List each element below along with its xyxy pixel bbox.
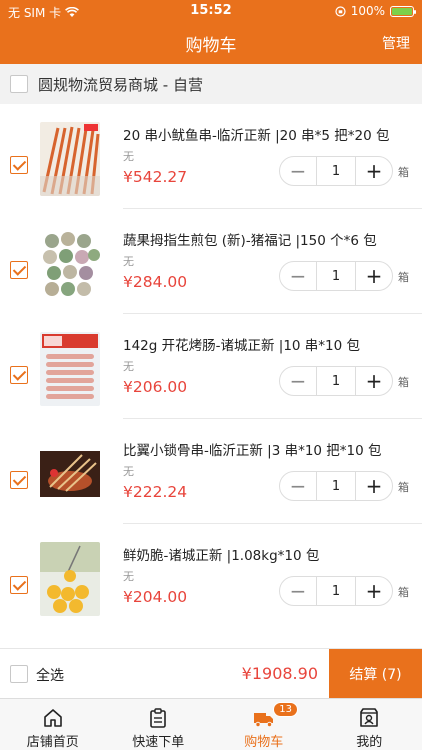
- product-price: ¥206.00: [123, 378, 188, 396]
- checkout-button[interactable]: 结算 (7): [329, 649, 422, 699]
- battery-percent: 100%: [350, 4, 385, 18]
- item-checkbox[interactable]: [10, 156, 28, 174]
- item-checkbox[interactable]: [10, 576, 28, 594]
- unit-label: 箱: [398, 376, 409, 389]
- clipboard-icon: [150, 708, 167, 728]
- quantity-value[interactable]: 1: [316, 472, 356, 500]
- unit-label: 箱: [398, 481, 409, 494]
- shop-checkbox[interactable]: [10, 75, 28, 93]
- item-checkbox[interactable]: [10, 261, 28, 279]
- decrease-button[interactable]: −: [280, 262, 316, 290]
- product-spec: 无: [123, 465, 134, 478]
- quantity-stepper: − 1 +: [279, 156, 393, 186]
- product-image-squid-skewers[interactable]: [40, 122, 100, 196]
- unit-label: 箱: [398, 271, 409, 284]
- product-name[interactable]: 比翼小锁骨串-临沂正新 |3 串*10 把*10 包: [123, 439, 382, 459]
- select-all-label[interactable]: 全选: [36, 665, 64, 685]
- tab-label: 店铺首页: [26, 735, 79, 750]
- truck-icon: [253, 713, 273, 728]
- total-price: ¥1908.90: [241, 664, 318, 683]
- decrease-button[interactable]: −: [280, 472, 316, 500]
- cart-item: 比翼小锁骨串-临沂正新 |3 串*10 把*10 包 无 ¥222.24 − 1…: [0, 419, 422, 524]
- select-all-checkbox[interactable]: [10, 665, 28, 683]
- quantity-stepper: − 1 +: [279, 576, 393, 606]
- product-image-bone-skewers[interactable]: [40, 437, 100, 511]
- quantity-value[interactable]: 1: [316, 367, 356, 395]
- unit-label: 箱: [398, 166, 409, 179]
- tab-label: 我的: [356, 735, 383, 750]
- cart-count-badge: 13: [273, 702, 298, 717]
- shop-name: 圆规物流贸易商城 - 自营: [38, 75, 203, 94]
- product-price: ¥284.00: [123, 273, 188, 291]
- quantity-value[interactable]: 1: [316, 157, 356, 185]
- header: 无 SIM 卡 15:52 100% 购物车 管理: [0, 0, 422, 64]
- tab-store-home[interactable]: 店铺首页: [0, 699, 106, 750]
- tab-label: 购物车: [244, 735, 284, 750]
- product-name[interactable]: 20 串小鱿鱼串-临沂正新 |20 串*5 把*20 包: [123, 124, 390, 144]
- profile-icon: [360, 708, 379, 727]
- increase-button[interactable]: +: [356, 367, 392, 395]
- page-title: 购物车: [185, 36, 237, 56]
- decrease-button[interactable]: −: [280, 157, 316, 185]
- product-image-milk-balls[interactable]: [40, 542, 100, 616]
- tab-mine[interactable]: 我的: [317, 699, 422, 750]
- product-image-buns[interactable]: [40, 227, 100, 301]
- product-spec: 无: [123, 255, 134, 268]
- product-image-sausage[interactable]: [40, 332, 100, 406]
- shop-row: 圆规物流贸易商城 - 自营: [0, 64, 422, 104]
- product-name[interactable]: 蔬果拇指生煎包 (新)-猪福记 |150 个*6 包: [123, 229, 377, 249]
- product-spec: 无: [123, 360, 134, 373]
- increase-button[interactable]: +: [356, 577, 392, 605]
- tab-bar: 店铺首页 快速下单 13 购物车 我的: [0, 698, 422, 750]
- cart-item: 蔬果拇指生煎包 (新)-猪福记 |150 个*6 包 无 ¥284.00 − 1…: [0, 209, 422, 314]
- item-checkbox[interactable]: [10, 471, 28, 489]
- tab-quick-order[interactable]: 快速下单: [106, 699, 212, 750]
- product-price: ¥542.27: [123, 168, 188, 186]
- battery-level: [392, 7, 412, 15]
- product-spec: 无: [123, 570, 134, 583]
- increase-button[interactable]: +: [356, 262, 392, 290]
- quantity-stepper: − 1 +: [279, 366, 393, 396]
- unit-label: 箱: [398, 586, 409, 599]
- product-name[interactable]: 142g 开花烤肠-诸城正新 |10 串*10 包: [123, 334, 360, 354]
- decrease-button[interactable]: −: [280, 577, 316, 605]
- cart-item: 鲜奶脆-诸城正新 |1.08kg*10 包 无 ¥204.00 − 1 + 箱: [0, 524, 422, 629]
- orientation-lock-icon: [335, 5, 346, 17]
- status-bar: 无 SIM 卡 15:52 100%: [0, 0, 422, 22]
- decrease-button[interactable]: −: [280, 367, 316, 395]
- product-name[interactable]: 鲜奶脆-诸城正新 |1.08kg*10 包: [123, 544, 319, 564]
- home-icon: [43, 709, 62, 727]
- quantity-stepper: − 1 +: [279, 261, 393, 291]
- cart-item: 20 串小鱿鱼串-临沂正新 |20 串*5 把*20 包 无 ¥542.27 −…: [0, 104, 422, 209]
- increase-button[interactable]: +: [356, 472, 392, 500]
- increase-button[interactable]: +: [356, 157, 392, 185]
- quantity-stepper: − 1 +: [279, 471, 393, 501]
- quantity-value[interactable]: 1: [316, 262, 356, 290]
- quantity-value[interactable]: 1: [316, 577, 356, 605]
- tab-cart[interactable]: 13 购物车: [211, 699, 317, 750]
- checkout-bar: 全选 ¥1908.90 结算 (7): [0, 648, 422, 699]
- product-price: ¥204.00: [123, 588, 188, 606]
- battery-icon: [390, 5, 416, 17]
- product-spec: 无: [123, 150, 134, 163]
- cart-item: 142g 开花烤肠-诸城正新 |10 串*10 包 无 ¥206.00 − 1 …: [0, 314, 422, 419]
- item-checkbox[interactable]: [10, 366, 28, 384]
- tab-label: 快速下单: [132, 735, 185, 750]
- cart-list: 20 串小鱿鱼串-临沂正新 |20 串*5 把*20 包 无 ¥542.27 −…: [0, 104, 422, 648]
- manage-button[interactable]: 管理: [382, 33, 410, 53]
- product-price: ¥222.24: [123, 483, 188, 501]
